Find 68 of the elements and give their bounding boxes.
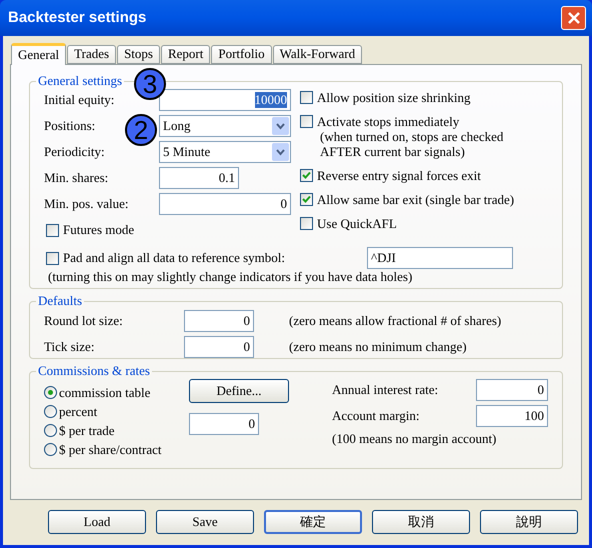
close-icon: [566, 11, 580, 25]
field-label: Min. shares:: [44, 170, 108, 185]
option-label: Futures mode: [63, 222, 134, 238]
input-field[interactable]: 10000: [159, 89, 291, 111]
group-title: General settings: [37, 73, 124, 89]
option-label: Reverse entry signal forces exit: [317, 168, 481, 183]
checkbox[interactable]: [300, 115, 313, 128]
radio-button[interactable]: [44, 443, 57, 456]
dialog-button[interactable]: Save: [156, 510, 254, 534]
dialog-button[interactable]: Load: [48, 510, 146, 534]
checkbox[interactable]: [46, 224, 59, 236]
input-field[interactable]: 0: [189, 413, 259, 435]
field-label: Annual interest rate:: [332, 382, 440, 398]
field-label: Account margin:: [332, 408, 420, 424]
tab[interactable]: Walk-Forward: [272, 45, 362, 64]
dropdown[interactable]: Long: [159, 115, 291, 137]
input-field[interactable]: 0: [184, 336, 254, 358]
input-field[interactable]: 0: [159, 193, 291, 215]
tab[interactable]: Report: [160, 45, 210, 64]
option-label: Allow same bar exit (single bar trade): [317, 192, 514, 207]
radio-button[interactable]: [44, 386, 57, 399]
input-field[interactable]: 0: [476, 379, 548, 401]
tab[interactable]: General: [11, 43, 66, 65]
close-button[interactable]: [561, 6, 586, 30]
define-button[interactable]: Define...: [189, 379, 289, 403]
input-field[interactable]: 0.1: [159, 167, 239, 189]
option-note: (turning this on may slightly change indicators if you have data holes): [48, 269, 412, 284]
tab[interactable]: Portfolio: [211, 45, 272, 64]
field-label: Positions:: [44, 118, 96, 133]
input-field[interactable]: 100: [476, 405, 548, 427]
checkbox[interactable]: [300, 193, 313, 206]
group-title: Defaults: [37, 293, 84, 309]
radio-label: $ per share/contract: [59, 442, 162, 458]
group-title: Commissions & rates: [37, 363, 151, 379]
option-label: Activate stops immediately: [317, 114, 460, 129]
dialog-button[interactable]: 說明: [480, 510, 578, 534]
field-note: (zero means no minimum change): [289, 339, 467, 355]
option-note: AFTER current bar signals): [319, 144, 466, 159]
radio-label: $ per trade: [59, 422, 115, 438]
dropdown[interactable]: 5 Minute: [159, 141, 291, 163]
radio-button[interactable]: [44, 424, 57, 437]
field-label: Periodicity:: [44, 144, 105, 159]
tab[interactable]: Trades: [67, 45, 116, 64]
field-label: Min. pos. value:: [44, 196, 128, 211]
field-label: Initial equity:: [44, 92, 114, 107]
radio-label: percent: [59, 404, 98, 420]
input-field[interactable]: 0: [184, 310, 254, 332]
window-title: Backtester settings: [8, 10, 146, 26]
chevron-down-icon: [272, 117, 289, 135]
option-label: Use QuickAFL: [317, 216, 397, 231]
tab[interactable]: Stops: [117, 45, 160, 64]
option-label: Pad and align all data to reference symbol:: [63, 250, 286, 266]
option-label: Allow position size shrinking: [317, 90, 470, 105]
checkbox[interactable]: [300, 217, 313, 230]
option-note: (when turned on, stops are checked: [319, 129, 504, 144]
checkbox[interactable]: [300, 169, 313, 182]
checkbox[interactable]: [300, 91, 313, 104]
radio-button[interactable]: [44, 405, 57, 418]
dialog-button[interactable]: 確定: [264, 510, 362, 534]
dialog-button[interactable]: 取消: [372, 510, 470, 534]
radio-label: commission table: [59, 384, 150, 400]
field-note: (zero means allow fractional # of shares): [289, 313, 502, 329]
input-field[interactable]: ^DJI: [367, 247, 513, 269]
field-label: Tick size:: [44, 339, 96, 355]
field-note: (100 means no margin account): [332, 431, 498, 447]
field-label: Round lot size:: [44, 313, 124, 329]
chevron-down-icon: [272, 143, 289, 161]
checkbox[interactable]: [46, 252, 59, 264]
